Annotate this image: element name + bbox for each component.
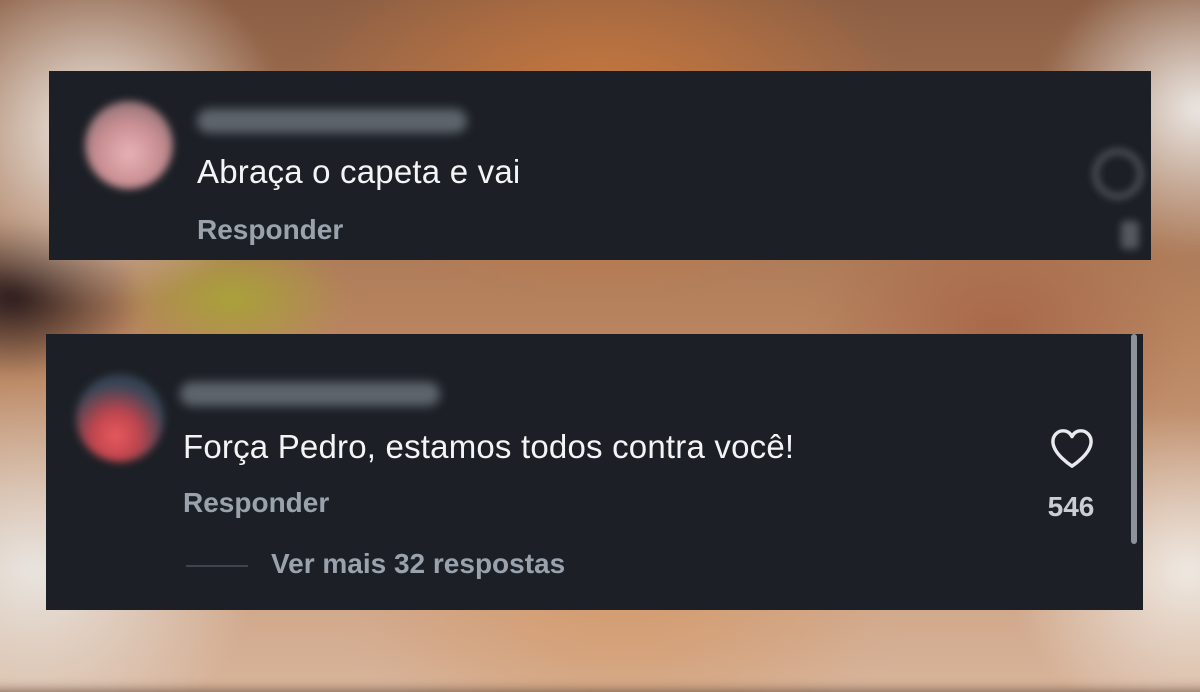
comment-text: Abraça o capeta e vai xyxy=(197,153,521,190)
avatar[interactable] xyxy=(85,101,173,189)
reply-button[interactable]: Responder xyxy=(197,214,343,246)
comment-card-2: Força Pedro, estamos todos contra você! … xyxy=(46,334,1143,610)
like-icon-blurred[interactable] xyxy=(1093,149,1143,199)
comment-text: Força Pedro, estamos todos contra você! xyxy=(183,428,795,465)
reply-button[interactable]: Responder xyxy=(183,487,329,519)
scrollbar[interactable] xyxy=(1131,334,1137,544)
replies-divider xyxy=(186,565,248,567)
username-blurred[interactable] xyxy=(180,382,440,406)
comment-card-1: Abraça o capeta e vai Responder xyxy=(49,71,1151,260)
avatar[interactable] xyxy=(76,374,164,462)
heart-icon[interactable] xyxy=(1049,427,1095,469)
like-count-blurred xyxy=(1121,221,1139,249)
username-blurred[interactable] xyxy=(197,109,467,133)
like-count: 546 xyxy=(1047,491,1095,522)
view-more-replies-button[interactable]: Ver mais 32 respostas xyxy=(271,548,565,580)
